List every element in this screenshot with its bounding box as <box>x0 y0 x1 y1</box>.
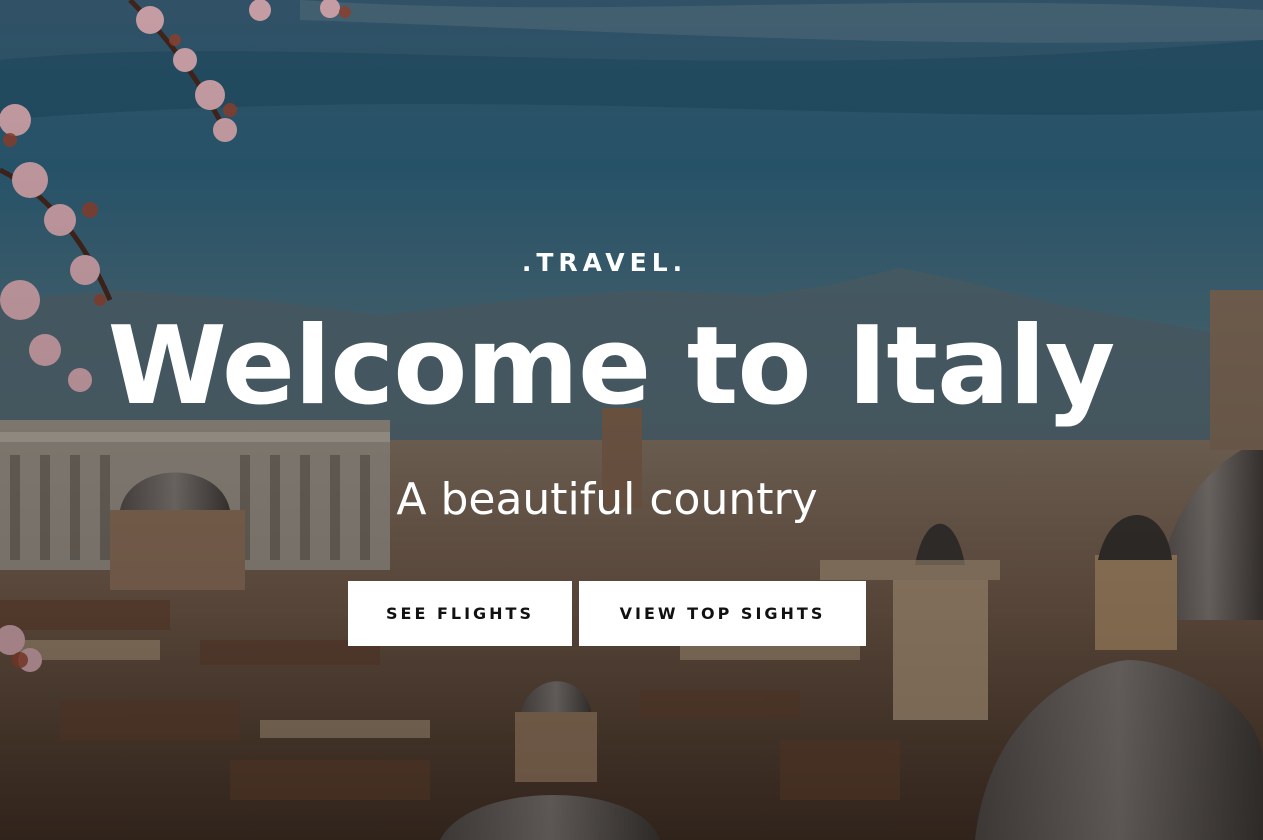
hero-section: .TRAVEL. Welcome to Italy A beautiful co… <box>0 0 1263 840</box>
view-top-sights-button[interactable]: VIEW TOP SIGHTS <box>579 581 866 646</box>
hero-eyebrow: .TRAVEL. <box>521 248 688 277</box>
see-flights-button[interactable]: SEE FLIGHTS <box>348 581 572 646</box>
hero-title: Welcome to Italy <box>107 304 1116 429</box>
hero-subtitle: A beautiful country <box>396 474 818 525</box>
